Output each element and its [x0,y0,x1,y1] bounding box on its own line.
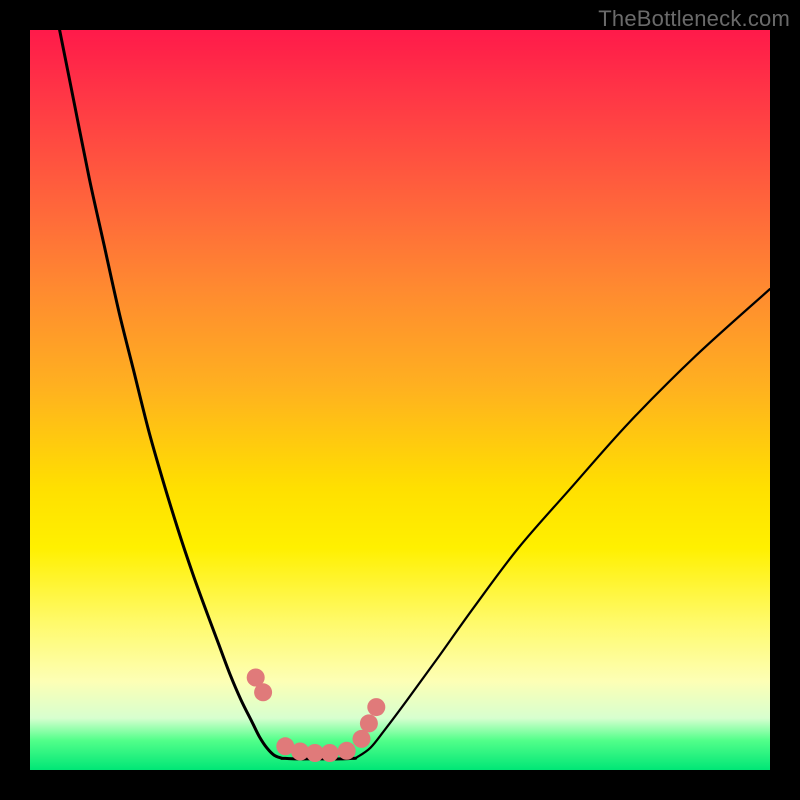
marker-dot [360,714,378,732]
marker-dot [254,683,272,701]
marker-dot [338,742,356,760]
right-curve [356,289,770,758]
left-curve [60,30,282,758]
curve-group [60,30,770,759]
marker-dot [367,698,385,716]
chart-frame [30,30,770,770]
watermark-label: TheBottleneck.com [598,6,790,32]
marker-dot [321,744,339,762]
marker-dot [353,730,371,748]
bottleneck-chart [30,30,770,770]
